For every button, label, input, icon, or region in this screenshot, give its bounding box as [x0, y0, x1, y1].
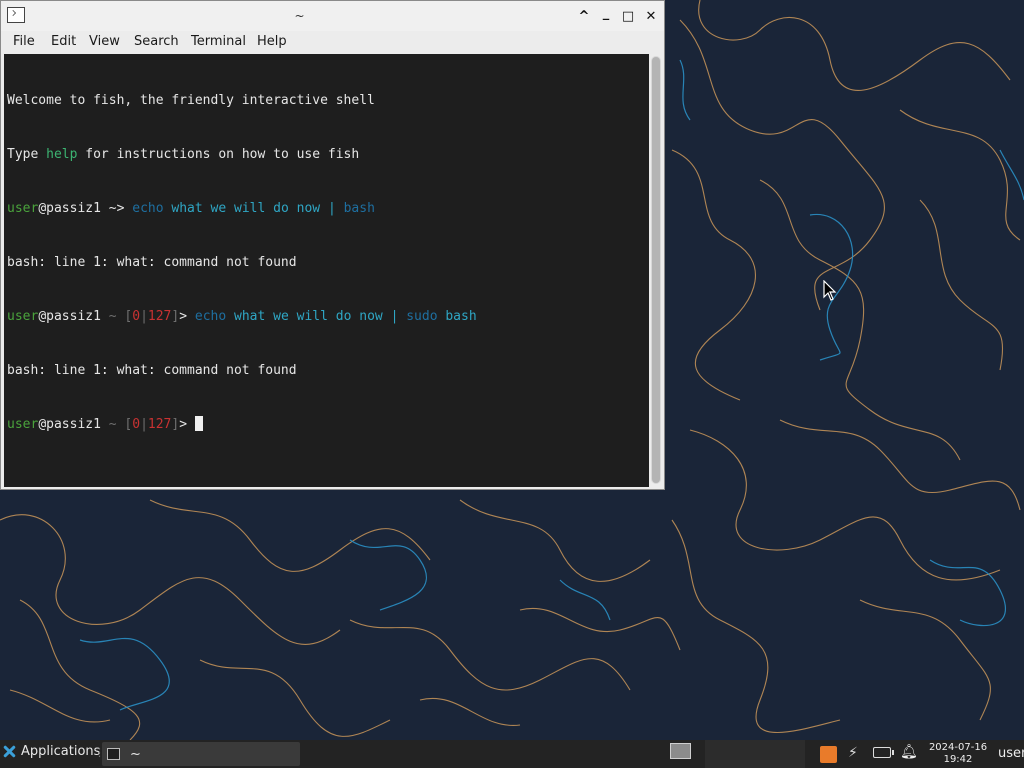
- prompt-user: user: [7, 309, 39, 324]
- window-title: ~: [294, 9, 305, 23]
- terminal-line-prompt: user@passiz1 ~ [0|127]>: [7, 416, 649, 434]
- maximize-up-button[interactable]: ^: [575, 7, 593, 25]
- prompt-user: user: [7, 417, 39, 432]
- prompt-tilde: ~: [100, 417, 125, 432]
- user-menu[interactable]: user: [998, 746, 1024, 761]
- scrollbar-thumb[interactable]: [652, 57, 660, 483]
- xfce-logo-icon: [2, 744, 17, 759]
- help-word: help: [46, 147, 78, 162]
- cmd1-args: what we will do now: [163, 201, 328, 216]
- mouse-pointer-icon: [823, 280, 837, 301]
- taskbar: Applications ⋮ ~ ⚡︎ 🔔︎ 2024-07-16 19:42 …: [0, 740, 1024, 768]
- workspace-1[interactable]: [670, 743, 691, 759]
- cmd1-echo: echo: [132, 201, 164, 216]
- workspace-2[interactable]: [705, 740, 805, 768]
- terminal-output[interactable]: Welcome to fish, the friendly interactiv…: [4, 54, 649, 487]
- taskbar-terminal-button[interactable]: ~: [102, 742, 300, 766]
- clock-date: 2024-07-16: [928, 742, 988, 753]
- terminal-line-command-1: user@passiz1 ~> echo what we will do now…: [7, 200, 649, 218]
- maximize-button[interactable]: □: [619, 7, 637, 25]
- status-pipe: |: [140, 309, 148, 324]
- clock-time: 19:42: [943, 754, 973, 765]
- menu-file[interactable]: File: [13, 34, 35, 49]
- cmd2-pipe: |: [390, 309, 407, 324]
- terminal-task-icon: [107, 748, 120, 760]
- menu-terminal[interactable]: Terminal: [191, 34, 246, 49]
- terminal-line-welcome: Welcome to fish, the friendly interactiv…: [7, 93, 375, 108]
- status-code-1: 0: [132, 417, 141, 432]
- close-button[interactable]: ✕: [642, 7, 660, 25]
- taskbar-terminal-title: ~: [130, 746, 141, 762]
- terminal-window[interactable]: ~ ^ _ □ ✕ File Edit View Search Terminal…: [0, 0, 665, 490]
- cmd2-args: what we will do now: [226, 309, 391, 324]
- terminal-scrollbar[interactable]: [651, 56, 661, 484]
- window-titlebar[interactable]: ~ ^ _ □ ✕: [1, 1, 664, 31]
- prompt-gt: >: [179, 417, 195, 432]
- text-cursor: [194, 416, 203, 431]
- minimize-button[interactable]: _: [597, 4, 615, 22]
- terminal-line-help: Type help for instructions on how to use…: [7, 146, 649, 164]
- cmd1-pipe: |: [327, 201, 344, 216]
- menu-edit[interactable]: Edit: [51, 34, 76, 49]
- battery-icon[interactable]: [873, 747, 894, 758]
- prompt-host: @passiz1: [38, 309, 101, 324]
- prompt-host: @passiz1: [38, 201, 101, 216]
- terminal-line-error-1: bash: line 1: what: command not found: [7, 255, 297, 270]
- terminal-line-error-2: bash: line 1: what: command not found: [7, 363, 297, 378]
- prompt-host: @passiz1: [38, 417, 101, 432]
- network-disconnected-icon[interactable]: ⚡︎: [848, 745, 858, 761]
- notification-bell-icon[interactable]: 🔔︎: [900, 744, 918, 760]
- menu-view[interactable]: View: [89, 34, 120, 49]
- help-prefix: Type: [7, 147, 47, 162]
- prompt-user: user: [7, 201, 39, 216]
- clock[interactable]: 2024-07-16 19:42: [928, 742, 988, 766]
- cmd2-echo: echo: [194, 309, 227, 324]
- prompt-gt: >: [179, 309, 195, 324]
- help-suffix: for instructions on how to use fish: [77, 147, 360, 162]
- cmd2-bash: bash: [437, 309, 477, 324]
- update-notifier-icon[interactable]: [820, 746, 837, 763]
- menu-bar: File Edit View Search Terminal Help: [1, 31, 664, 53]
- terminal-line-command-2: user@passiz1 ~ [0|127]> echo what we wil…: [7, 308, 649, 326]
- status-code-2: 127: [147, 417, 172, 432]
- applications-menu-button[interactable]: Applications: [2, 744, 100, 759]
- cmd2-sudo: sudo: [406, 309, 438, 324]
- menu-help[interactable]: Help: [257, 34, 287, 49]
- menu-search[interactable]: Search: [134, 34, 179, 49]
- status-pipe: |: [140, 417, 148, 432]
- applications-label: Applications: [21, 744, 101, 759]
- prompt-tilde: ~: [100, 309, 125, 324]
- prompt-arrow: ~>: [100, 201, 133, 216]
- status-code-1: 0: [132, 309, 141, 324]
- cmd1-bash: bash: [343, 201, 375, 216]
- status-code-2: 127: [147, 309, 172, 324]
